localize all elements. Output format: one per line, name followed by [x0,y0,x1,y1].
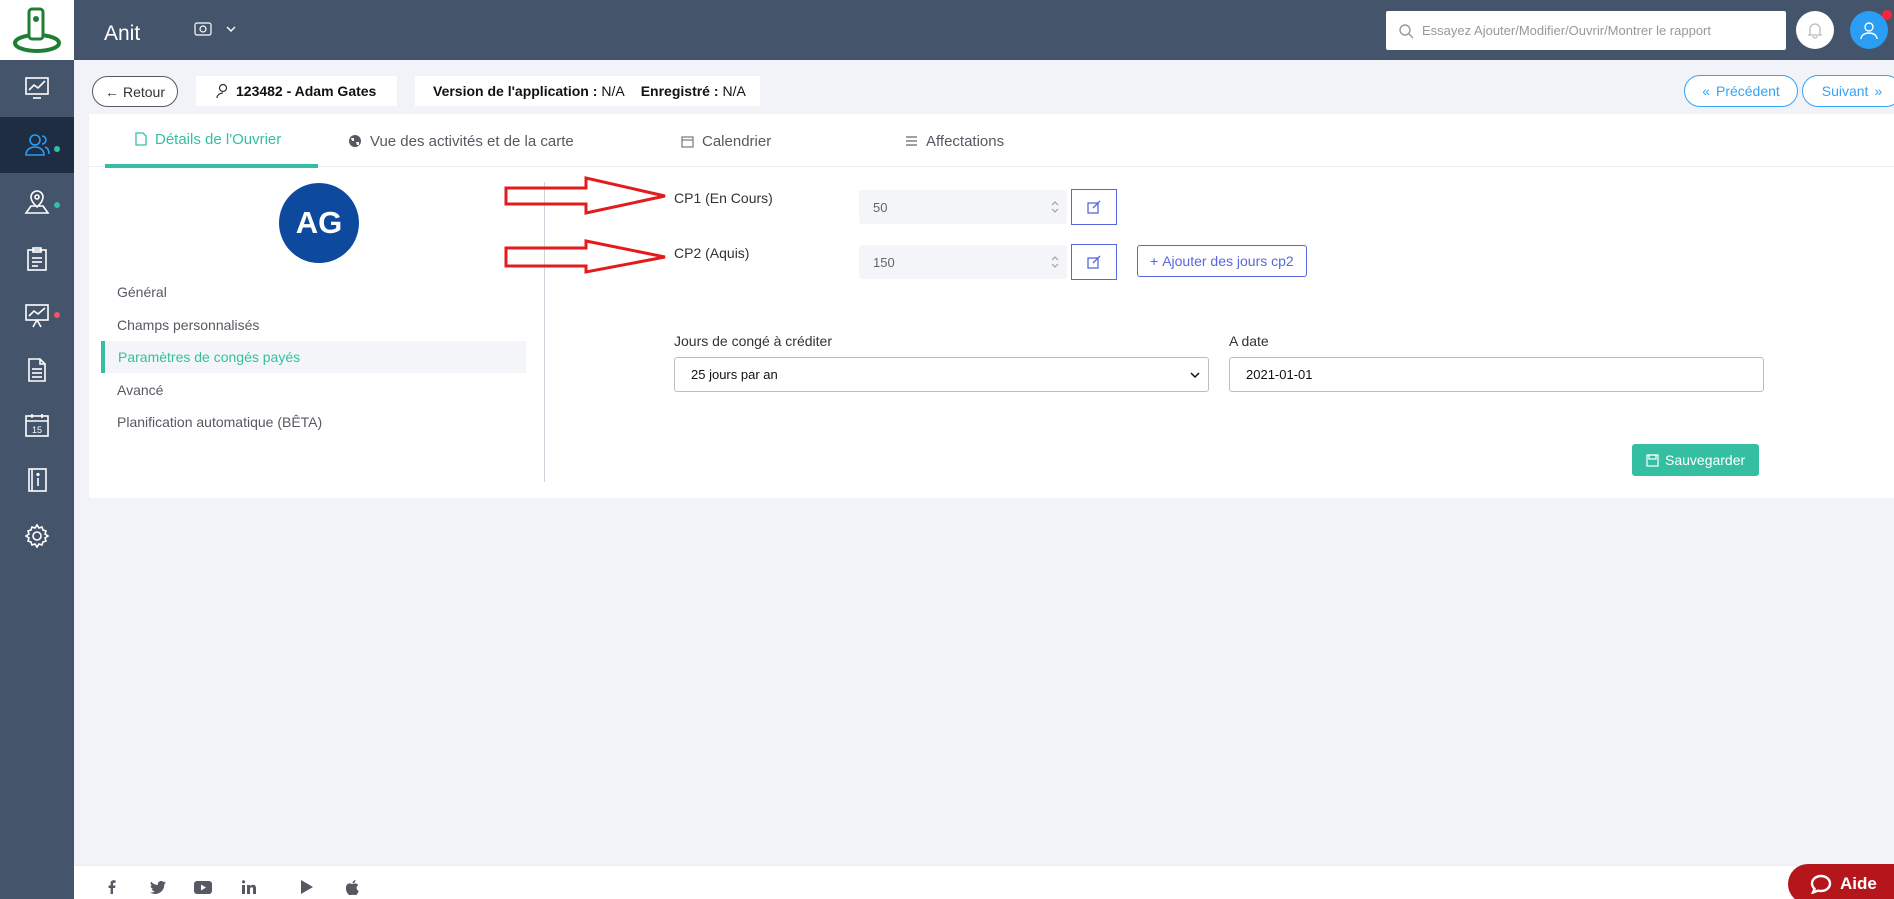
notification-dot [54,202,60,208]
gear-icon [24,523,50,549]
tab-calendar[interactable]: Calendrier [667,114,785,168]
monitor-chart-icon [25,77,49,99]
users-icon [25,134,50,156]
bell-icon [1807,23,1823,39]
sidebar-item-dashboard[interactable] [0,60,74,116]
apple-icon[interactable] [342,879,362,895]
sidebar-item-workers[interactable] [0,117,74,173]
search-input[interactable] [1422,23,1762,38]
tab-worker-details[interactable]: Détails de l'Ouvrier [105,114,318,168]
cp1-label: CP1 (En Cours) [674,190,773,206]
menu-item-paid-leave-settings[interactable]: Paramètres de congés payés [101,341,526,373]
days-to-credit-label: Jours de congé à créditer [674,333,832,349]
sidebar-item-clipboard[interactable] [0,231,74,287]
menu-item-custom-fields[interactable]: Champs personnalisés [101,309,526,341]
menu-item-general[interactable]: Général [101,276,526,308]
sidebar-item-info[interactable] [0,452,74,508]
tab-activity-map[interactable]: Vue des activités et de la carte [334,114,588,168]
add-cp2-days-button[interactable]: + Ajouter des jours cp2 [1137,245,1307,277]
spinner-arrows-icon[interactable] [1051,199,1059,215]
worker-name: 123482 - Adam Gates [236,83,377,99]
currency-dropdown[interactable] [194,22,236,36]
worker-details-panel: Détails de l'Ouvrier Vue des activités e… [89,114,1894,498]
double-chevron-right-icon: » [1874,83,1883,99]
date-label: A date [1229,333,1269,349]
spinner-arrows-icon[interactable] [1051,254,1059,270]
next-button[interactable]: Suivant » [1802,75,1894,107]
info-book-icon [28,468,47,492]
cp1-input[interactable]: 50 [859,190,1067,224]
help-button[interactable]: Aide [1788,864,1894,899]
chevron-down-icon [226,26,236,32]
search-bar[interactable] [1386,11,1786,50]
date-input[interactable]: 2021-01-01 [1229,357,1764,392]
edit-icon [1087,200,1101,214]
presentation-chart-icon [25,304,49,328]
sidebar-item-settings[interactable] [0,508,74,564]
sidebar-item-documents[interactable] [0,342,74,398]
notifications-button[interactable] [1796,11,1834,49]
app-version-chip: Version de l'application : N/A Enregistr… [415,76,760,106]
app-logo[interactable] [0,0,74,60]
twitter-icon[interactable] [148,880,168,894]
document-icon [28,358,46,382]
user-icon [1860,22,1878,40]
previous-button[interactable]: « Précédent [1684,75,1798,107]
cp2-label: CP2 (Aquis) [674,245,750,261]
calendar-small-icon [681,135,694,148]
youtube-icon[interactable] [193,880,213,894]
sidebar-item-calendar[interactable]: 15 [0,397,74,453]
play-store-icon[interactable] [297,880,317,894]
days-to-credit-select[interactable]: 25 jours par an [674,357,1209,392]
plus-icon: + [1150,253,1159,269]
map-pin-icon [24,190,50,214]
cp2-edit-button[interactable] [1071,244,1117,280]
clipboard-icon [27,247,47,271]
list-icon [906,135,917,146]
app-title: Anit [104,22,141,45]
sidebar: 15 [0,0,74,899]
calendar-icon: 15 [25,414,49,437]
floppy-disk-icon [1646,453,1659,467]
sidebar-item-reports[interactable] [0,287,74,343]
arrow-left-icon: ← [104,83,119,100]
notification-dot [54,312,60,318]
edit-icon [1087,255,1101,269]
divider [544,182,545,482]
cp2-input[interactable]: 150 [859,245,1067,279]
menu-item-auto-planning[interactable]: Planification automatique (BÊTA) [101,406,526,438]
avatar: AG [279,183,359,263]
user-status-dot [1882,10,1892,20]
chevron-down-icon [1190,372,1200,379]
money-icon [194,22,212,36]
tab-assignments[interactable]: Affectations [891,114,1018,168]
notification-dot [54,146,60,152]
cp1-edit-button[interactable] [1071,189,1117,225]
globe-icon [349,135,361,147]
top-bar: Anit [74,0,1894,60]
chat-bubble-icon [1810,874,1832,894]
search-icon [1399,23,1414,38]
linkedin-icon[interactable] [239,880,259,894]
file-icon [135,132,147,146]
sidebar-item-map[interactable] [0,174,74,230]
svg-text:15: 15 [32,425,42,435]
back-button[interactable]: ← Retour [92,76,178,107]
worker-chip: 123482 - Adam Gates [196,76,397,106]
menu-item-advanced[interactable]: Avancé [101,374,526,406]
double-chevron-left-icon: « [1702,83,1710,99]
facebook-icon[interactable] [102,880,122,894]
user-outline-icon [216,83,228,99]
tab-bar: Détails de l'Ouvrier Vue des activités e… [89,114,1894,168]
save-button[interactable]: Sauvegarder [1632,444,1760,476]
